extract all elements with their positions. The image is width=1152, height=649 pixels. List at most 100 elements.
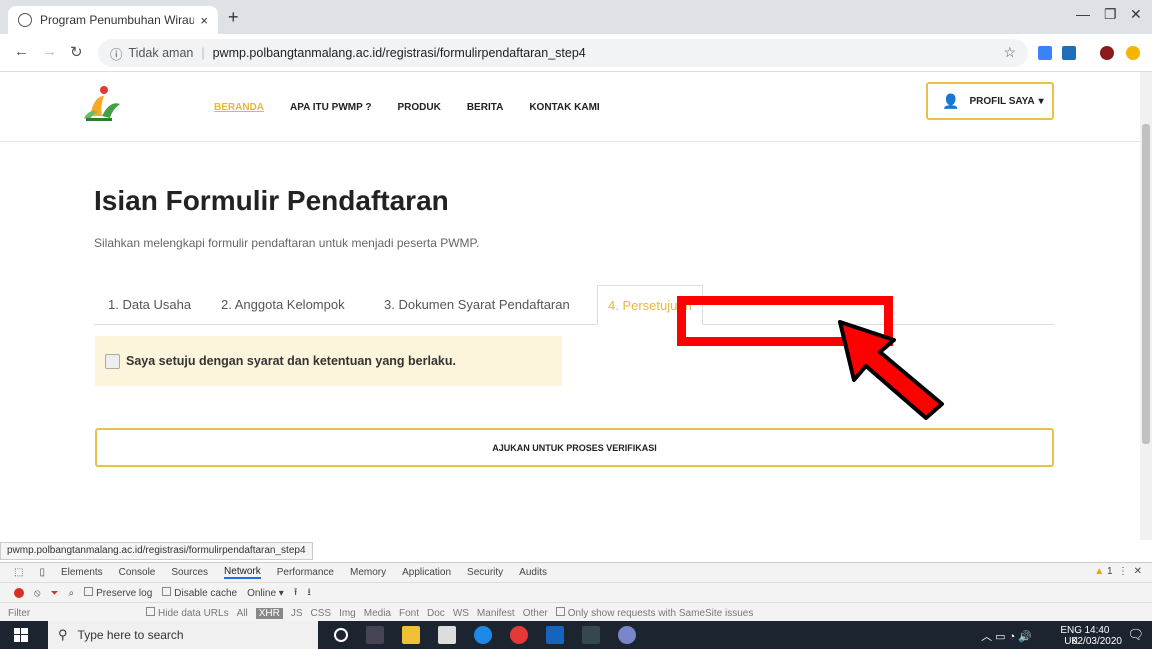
url-input[interactable]: ⓘ Tidak aman | pwmp.polbangtanmalang.ac.… [98, 39, 1028, 67]
menu-item-kontak-kami[interactable]: KONTAK KAMI [529, 102, 599, 113]
browser-tab-bar: Program Penumbuhan Wirausaha × + — ❐ ✕ [0, 0, 1152, 34]
restore-icon[interactable]: ❐ [1104, 6, 1117, 23]
menu-item-beranda[interactable]: BERANDA [214, 102, 264, 113]
divider: | [201, 46, 205, 60]
system-tray-icons[interactable]: ︿ ▭ ◔ 🔊 [981, 628, 1032, 644]
tab-anggota-kelompok[interactable]: 2. Anggota Kelompok [221, 297, 345, 312]
menu-item-berita[interactable]: BERITA [467, 102, 503, 113]
forward-icon[interactable]: → [42, 43, 57, 60]
samesite-option[interactable]: Only show requests with SameSite issues [555, 607, 753, 619]
filter-other[interactable]: Other [523, 608, 548, 619]
filter-font[interactable]: Font [399, 608, 419, 619]
profile-button[interactable]: 👤 PROFIL SAYA ▾ [926, 82, 1054, 120]
devtools-tab-application[interactable]: Application [402, 567, 451, 578]
page-subtitle: Silahkan melengkapi formulir pendaftaran… [94, 236, 480, 250]
filter-input[interactable]: Filter [8, 608, 138, 619]
filter-manifest[interactable]: Manifest [477, 608, 515, 619]
extension-icon[interactable] [1038, 46, 1052, 60]
clear-icon[interactable]: ⦸ [34, 588, 41, 599]
menu-item-apa-itu-pwmp[interactable]: APA ITU PWMP ? [290, 102, 371, 113]
filter-js[interactable]: JS [291, 608, 303, 619]
filter-media[interactable]: Media [364, 608, 391, 619]
download-icon[interactable]: ⭳ [307, 585, 311, 602]
photos-icon[interactable] [582, 626, 600, 644]
store-icon[interactable] [438, 626, 456, 644]
snipping-tool-icon[interactable] [618, 626, 636, 644]
edge-icon[interactable] [474, 626, 492, 644]
agreement-label[interactable]: Saya setuju dengan syarat dan ketentuan … [126, 354, 456, 368]
devtools-panel: ⬚ ▯ Elements Console Sources Network Per… [0, 562, 1152, 621]
extension-icon[interactable] [1062, 46, 1076, 60]
filter-img[interactable]: Img [339, 608, 356, 619]
taskbar-search-placeholder: Type here to search [77, 628, 184, 642]
file-explorer-icon[interactable] [402, 626, 420, 644]
search-icon[interactable]: ⌕ [69, 588, 75, 599]
cortana-icon[interactable] [334, 628, 348, 642]
clock[interactable]: 14:40 02/03/2020 [1072, 625, 1122, 647]
filter-all[interactable]: All [237, 608, 248, 619]
page-scrollbar[interactable] [1140, 72, 1152, 540]
site-logo-icon[interactable] [80, 84, 122, 122]
chrome-icon[interactable] [510, 626, 528, 644]
devtools-tab-sources[interactable]: Sources [171, 567, 208, 578]
menu-item-produk[interactable]: PRODUK [397, 102, 440, 113]
devtools-warnings[interactable]: ▲ 1 ⋮ ✕ [1094, 566, 1142, 577]
throttling-select[interactable]: Online ▾ [247, 588, 284, 599]
filter-xhr[interactable]: XHR [255, 607, 283, 619]
profile-label: PROFIL SAYA [969, 95, 1035, 107]
close-window-icon[interactable]: ✕ [1130, 6, 1142, 23]
tab-dokumen-syarat[interactable]: 3. Dokumen Syarat Pendaftaran [384, 297, 570, 312]
info-icon[interactable]: ⓘ [110, 44, 123, 63]
submit-verification-button[interactable]: AJUKAN UNTUK PROSES VERIFIKASI [95, 428, 1054, 467]
update-icon[interactable] [1126, 46, 1140, 60]
devtools-tab-network[interactable]: Network [224, 566, 261, 579]
disable-cache-option[interactable]: Disable cache [162, 587, 237, 599]
devtools-tab-memory[interactable]: Memory [350, 567, 386, 578]
close-tab-icon[interactable]: × [200, 13, 208, 28]
filter-ws[interactable]: WS [453, 608, 469, 619]
devtools-tab-elements[interactable]: Elements [61, 567, 103, 578]
preserve-log-option[interactable]: Preserve log [84, 587, 152, 599]
browser-tab[interactable]: Program Penumbuhan Wirausaha × [8, 6, 218, 34]
main-menu: BERANDA APA ITU PWMP ? PRODUK BERITA KON… [214, 102, 600, 113]
user-icon: 👤 [942, 92, 960, 109]
devtools-tab-performance[interactable]: Performance [277, 567, 334, 578]
minimize-icon[interactable]: — [1076, 6, 1090, 22]
profile-avatar-icon[interactable] [1100, 46, 1114, 60]
annotation-arrow-icon [838, 320, 944, 420]
url-text: pwmp.polbangtanmalang.ac.id/registrasi/f… [212, 46, 586, 60]
word-icon[interactable] [546, 626, 564, 644]
windows-start-icon[interactable] [14, 628, 28, 642]
upload-icon[interactable]: ⭱ [294, 585, 298, 602]
tab-data-usaha[interactable]: 1. Data Usaha [108, 297, 191, 312]
site-header: BERANDA APA ITU PWMP ? PRODUK BERITA KON… [0, 72, 1140, 142]
page-viewport: BERANDA APA ITU PWMP ? PRODUK BERITA KON… [0, 72, 1140, 540]
form-step-tabs: 1. Data Usaha 2. Anggota Kelompok 3. Dok… [94, 285, 1054, 325]
agreement-checkbox[interactable] [105, 353, 120, 369]
hide-data-urls-option[interactable]: Hide data URLs [146, 607, 229, 619]
notification-icon[interactable]: 🗨 [1127, 627, 1144, 643]
bookmark-star-icon[interactable]: ☆ [1003, 44, 1016, 61]
network-toolbar: ⦸ ⏷ ⌕ Preserve log Disable cache Online … [0, 584, 1152, 603]
warning-icon: ▲ [1094, 566, 1105, 577]
devtools-tab-security[interactable]: Security [467, 567, 503, 578]
task-view-icon[interactable] [366, 626, 384, 644]
warning-count: 1 [1106, 566, 1113, 577]
reload-icon[interactable]: ↻ [70, 43, 83, 61]
search-icon: ⚲ [58, 627, 68, 642]
scrollbar-thumb[interactable] [1142, 124, 1150, 444]
record-icon[interactable] [14, 588, 24, 598]
back-icon[interactable]: ← [14, 43, 29, 60]
device-toggle-icon[interactable]: ▯ [39, 567, 45, 578]
devtools-tab-audits[interactable]: Audits [519, 567, 547, 578]
filter-css[interactable]: CSS [311, 608, 332, 619]
chevron-down-icon: ▾ [1038, 95, 1044, 107]
devtools-tab-console[interactable]: Console [119, 567, 156, 578]
filter-doc[interactable]: Doc [427, 608, 445, 619]
new-tab-button[interactable]: + [228, 7, 239, 28]
taskbar-search[interactable]: ⚲ Type here to search [48, 621, 318, 649]
submit-label: AJUKAN UNTUK PROSES VERIFIKASI [492, 442, 657, 453]
security-label: Tidak aman [128, 46, 194, 60]
inspect-icon[interactable]: ⬚ [14, 567, 23, 578]
filter-icon[interactable]: ⏷ [51, 588, 59, 599]
